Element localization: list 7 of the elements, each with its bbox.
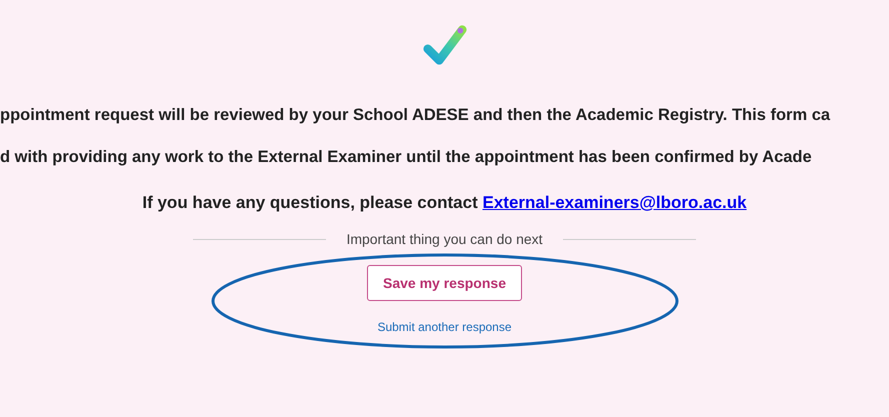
message-text: ppointment request will be reviewed by your School ADESE and then the Academic Registry. This form ca (0, 106, 832, 125)
next-heading: Important thing you can do next (346, 231, 543, 247)
email-link[interactable]: External-examiners@lboro.ac.uk (482, 193, 747, 212)
message-text: d with providing any work to the External Examiner until the appointment has been confirmed by Acade (0, 148, 813, 167)
contact-text: If you have any questions, please contact External-examiners@lboro.ac.uk (142, 193, 747, 213)
submit-link[interactable]: Submit another response (377, 320, 512, 334)
save-button[interactable]: Save my response (367, 265, 522, 301)
